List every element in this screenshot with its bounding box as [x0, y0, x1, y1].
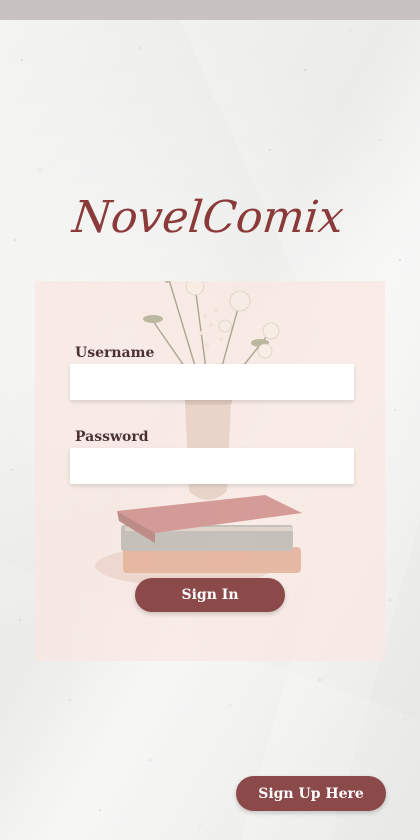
brand-name: NovelComix	[69, 192, 346, 243]
brand-logo: NovelComix	[0, 180, 420, 260]
username-label: Username	[75, 345, 155, 361]
username-input[interactable]	[70, 364, 354, 400]
password-input[interactable]	[70, 448, 354, 484]
password-label: Password	[75, 429, 149, 445]
login-panel: Username Password Sign In	[35, 281, 385, 661]
sign-up-button[interactable]: Sign Up Here	[236, 776, 386, 811]
sign-in-button[interactable]: Sign In	[135, 578, 285, 612]
top-status-bar	[0, 0, 420, 20]
